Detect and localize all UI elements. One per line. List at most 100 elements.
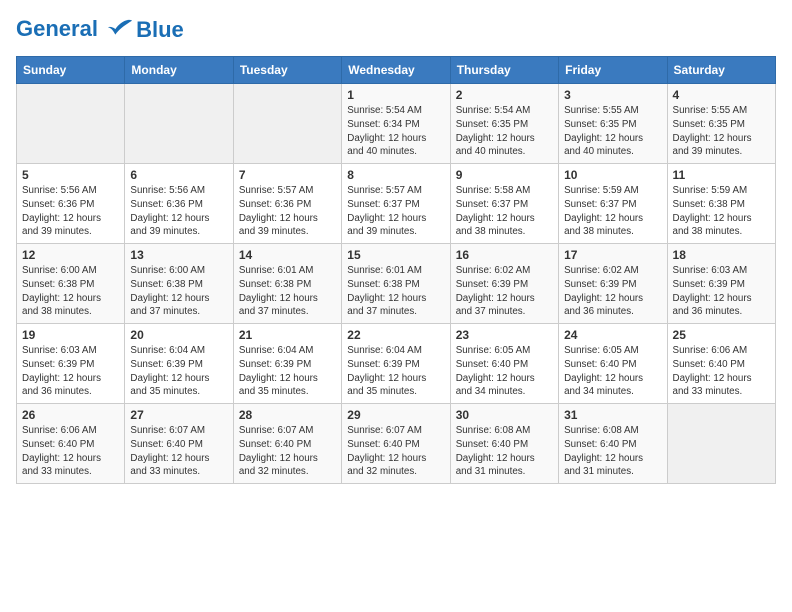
header-day-monday: Monday — [125, 57, 233, 84]
day-info: Sunrise: 6:04 AM Sunset: 6:39 PM Dayligh… — [130, 344, 227, 399]
day-number: 5 — [22, 168, 119, 182]
calendar-cell: 10 Sunrise: 5:59 AM Sunset: 6:37 PM Dayli… — [559, 164, 667, 244]
calendar-cell: 11 Sunrise: 5:59 AM Sunset: 6:38 PM Dayli… — [667, 164, 775, 244]
calendar-header: SundayMondayTuesdayWednesdayThursdayFrid… — [17, 57, 776, 84]
day-number: 16 — [456, 248, 553, 262]
calendar-cell: 9 Sunrise: 5:58 AM Sunset: 6:37 PM Daylig… — [450, 164, 558, 244]
day-info: Sunrise: 6:05 AM Sunset: 6:40 PM Dayligh… — [564, 344, 661, 399]
day-number: 27 — [130, 408, 227, 422]
day-number: 1 — [347, 88, 444, 102]
day-info: Sunrise: 5:54 AM Sunset: 6:35 PM Dayligh… — [456, 104, 553, 159]
day-info: Sunrise: 6:08 AM Sunset: 6:40 PM Dayligh… — [564, 424, 661, 479]
calendar-cell: 5Sunrise: 5:56 AM Sunset: 6:36 PM Daylig… — [17, 164, 125, 244]
day-info: Sunrise: 5:57 AM Sunset: 6:36 PM Dayligh… — [239, 184, 336, 239]
calendar-cell: 26 Sunrise: 6:06 AM Sunset: 6:40 PM Dayli… — [17, 404, 125, 484]
day-number: 4 — [673, 88, 770, 102]
day-info: Sunrise: 6:02 AM Sunset: 6:39 PM Dayligh… — [564, 264, 661, 319]
day-info: Sunrise: 6:00 AM Sunset: 6:38 PM Dayligh… — [22, 264, 119, 319]
day-number: 31 — [564, 408, 661, 422]
calendar-cell: 3 Sunrise: 5:55 AM Sunset: 6:35 PM Daylig… — [559, 84, 667, 164]
day-number: 13 — [130, 248, 227, 262]
calendar-cell: 2 Sunrise: 5:54 AM Sunset: 6:35 PM Daylig… — [450, 84, 558, 164]
week-row-5: 26 Sunrise: 6:06 AM Sunset: 6:40 PM Dayli… — [17, 404, 776, 484]
calendar-cell: 23Sunrise: 6:05 AM Sunset: 6:40 PM Dayli… — [450, 324, 558, 404]
day-number: 9 — [456, 168, 553, 182]
day-info: Sunrise: 6:00 AM Sunset: 6:38 PM Dayligh… — [130, 264, 227, 319]
day-number: 23 — [456, 328, 553, 342]
day-number: 26 — [22, 408, 119, 422]
day-number: 3 — [564, 88, 661, 102]
calendar-cell: 16Sunrise: 6:02 AM Sunset: 6:39 PM Dayli… — [450, 244, 558, 324]
day-number: 29 — [347, 408, 444, 422]
calendar-cell: 18 Sunrise: 6:03 AM Sunset: 6:39 PM Dayli… — [667, 244, 775, 324]
header-day-saturday: Saturday — [667, 57, 775, 84]
day-number: 6 — [130, 168, 227, 182]
calendar-cell — [233, 84, 341, 164]
calendar-cell: 8 Sunrise: 5:57 AM Sunset: 6:37 PM Daylig… — [342, 164, 450, 244]
calendar-cell: 21Sunrise: 6:04 AM Sunset: 6:39 PM Dayli… — [233, 324, 341, 404]
day-info: Sunrise: 6:03 AM Sunset: 6:39 PM Dayligh… — [22, 344, 119, 399]
calendar-cell: 31 Sunrise: 6:08 AM Sunset: 6:40 PM Dayli… — [559, 404, 667, 484]
week-row-1: 1Sunrise: 5:54 AM Sunset: 6:34 PM Daylig… — [17, 84, 776, 164]
calendar-cell: 7Sunrise: 5:57 AM Sunset: 6:36 PM Daylig… — [233, 164, 341, 244]
calendar-body: 1Sunrise: 5:54 AM Sunset: 6:34 PM Daylig… — [17, 84, 776, 484]
day-info: Sunrise: 6:06 AM Sunset: 6:40 PM Dayligh… — [22, 424, 119, 479]
day-number: 24 — [564, 328, 661, 342]
calendar-cell: 29 Sunrise: 6:07 AM Sunset: 6:40 PM Dayli… — [342, 404, 450, 484]
day-number: 14 — [239, 248, 336, 262]
day-info: Sunrise: 6:01 AM Sunset: 6:38 PM Dayligh… — [239, 264, 336, 319]
day-info: Sunrise: 5:59 AM Sunset: 6:37 PM Dayligh… — [564, 184, 661, 239]
calendar-cell: 22 Sunrise: 6:04 AM Sunset: 6:39 PM Dayli… — [342, 324, 450, 404]
week-row-3: 12 Sunrise: 6:00 AM Sunset: 6:38 PM Dayli… — [17, 244, 776, 324]
day-number: 10 — [564, 168, 661, 182]
page-header: General Blue — [16, 16, 776, 44]
calendar-cell: 25Sunrise: 6:06 AM Sunset: 6:40 PM Dayli… — [667, 324, 775, 404]
calendar-cell: 30 Sunrise: 6:08 AM Sunset: 6:40 PM Dayli… — [450, 404, 558, 484]
header-day-tuesday: Tuesday — [233, 57, 341, 84]
day-number: 21 — [239, 328, 336, 342]
day-number: 30 — [456, 408, 553, 422]
header-day-sunday: Sunday — [17, 57, 125, 84]
day-number: 22 — [347, 328, 444, 342]
day-number: 15 — [347, 248, 444, 262]
calendar-cell: 27 Sunrise: 6:07 AM Sunset: 6:40 PM Dayli… — [125, 404, 233, 484]
calendar-cell: 1Sunrise: 5:54 AM Sunset: 6:34 PM Daylig… — [342, 84, 450, 164]
calendar-cell: 4 Sunrise: 5:55 AM Sunset: 6:35 PM Daylig… — [667, 84, 775, 164]
day-number: 25 — [673, 328, 770, 342]
calendar-cell: 14 Sunrise: 6:01 AM Sunset: 6:38 PM Dayli… — [233, 244, 341, 324]
calendar-cell: 24 Sunrise: 6:05 AM Sunset: 6:40 PM Dayli… — [559, 324, 667, 404]
day-info: Sunrise: 6:07 AM Sunset: 6:40 PM Dayligh… — [347, 424, 444, 479]
day-info: Sunrise: 5:55 AM Sunset: 6:35 PM Dayligh… — [564, 104, 661, 159]
day-info: Sunrise: 6:04 AM Sunset: 6:39 PM Dayligh… — [347, 344, 444, 399]
header-day-thursday: Thursday — [450, 57, 558, 84]
day-number: 18 — [673, 248, 770, 262]
calendar-cell: 20 Sunrise: 6:04 AM Sunset: 6:39 PM Dayli… — [125, 324, 233, 404]
calendar-cell: 6 Sunrise: 5:56 AM Sunset: 6:36 PM Daylig… — [125, 164, 233, 244]
day-info: Sunrise: 6:03 AM Sunset: 6:39 PM Dayligh… — [673, 264, 770, 319]
day-number: 8 — [347, 168, 444, 182]
day-number: 20 — [130, 328, 227, 342]
day-info: Sunrise: 5:55 AM Sunset: 6:35 PM Dayligh… — [673, 104, 770, 159]
calendar-cell: 15 Sunrise: 6:01 AM Sunset: 6:38 PM Dayli… — [342, 244, 450, 324]
calendar-cell: 19Sunrise: 6:03 AM Sunset: 6:39 PM Dayli… — [17, 324, 125, 404]
day-info: Sunrise: 6:08 AM Sunset: 6:40 PM Dayligh… — [456, 424, 553, 479]
calendar-table: SundayMondayTuesdayWednesdayThursdayFrid… — [16, 56, 776, 484]
day-info: Sunrise: 6:07 AM Sunset: 6:40 PM Dayligh… — [130, 424, 227, 479]
calendar-cell: 17Sunrise: 6:02 AM Sunset: 6:39 PM Dayli… — [559, 244, 667, 324]
header-row: SundayMondayTuesdayWednesdayThursdayFrid… — [17, 57, 776, 84]
week-row-2: 5 Sunrise: 5:56 AM Sunset: 6:36 PM Daylig… — [17, 164, 776, 244]
day-info: Sunrise: 5:58 AM Sunset: 6:37 PM Dayligh… — [456, 184, 553, 239]
day-info: Sunrise: 5:56 AM Sunset: 6:36 PM Dayligh… — [130, 184, 227, 239]
day-info: Sunrise: 5:59 AM Sunset: 6:38 PM Dayligh… — [673, 184, 770, 239]
calendar-cell: 12 Sunrise: 6:00 AM Sunset: 6:38 PM Dayli… — [17, 244, 125, 324]
logo-general: General — [16, 16, 98, 41]
logo-blue: Blue — [136, 17, 184, 43]
week-row-4: 19Sunrise: 6:03 AM Sunset: 6:39 PM Dayli… — [17, 324, 776, 404]
day-info: Sunrise: 6:01 AM Sunset: 6:38 PM Dayligh… — [347, 264, 444, 319]
calendar-cell: 28Sunrise: 6:07 AM Sunset: 6:40 PM Dayli… — [233, 404, 341, 484]
day-info: Sunrise: 5:57 AM Sunset: 6:37 PM Dayligh… — [347, 184, 444, 239]
header-day-wednesday: Wednesday — [342, 57, 450, 84]
day-number: 2 — [456, 88, 553, 102]
day-number: 12 — [22, 248, 119, 262]
day-number: 11 — [673, 168, 770, 182]
